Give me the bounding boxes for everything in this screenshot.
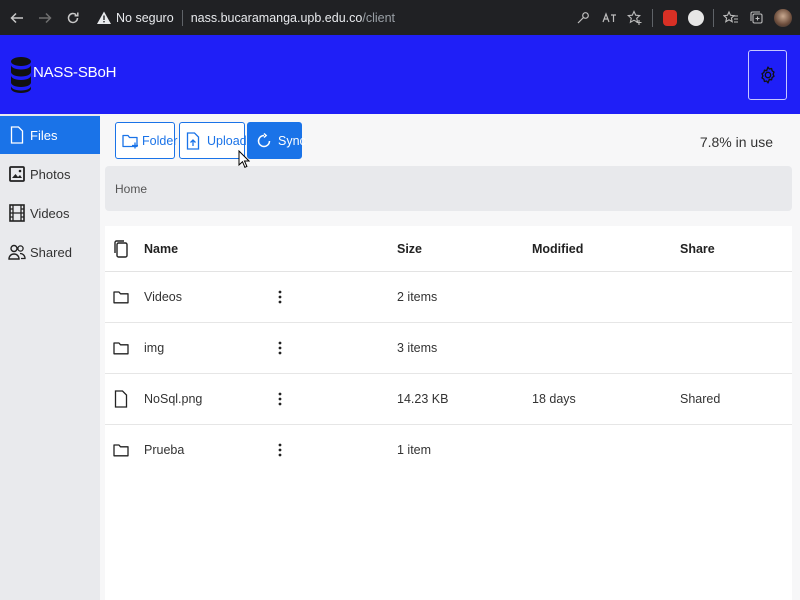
file-icon [8,125,26,145]
sidebar-item-videos[interactable]: Videos [0,194,100,232]
browser-toolbar: No seguro nass.bucaramanga.upb.edu.co/cl… [0,0,800,35]
upload-button[interactable]: Upload [179,122,247,159]
sync-button[interactable]: Sync [247,122,306,159]
security-label[interactable]: No seguro [116,11,174,25]
profile-icon[interactable] [687,9,705,27]
browser-actions [574,0,792,35]
folder-icon [113,444,129,457]
sidebar-item-shared[interactable]: Shared [0,233,100,271]
column-header-name[interactable]: Name [144,242,178,256]
table-row[interactable]: img 3 items [105,323,792,374]
row-name[interactable]: NoSql.png [144,392,202,406]
file-icon [114,390,128,408]
sidebar-item-photos[interactable]: Photos [0,155,100,193]
row-size: 1 item [397,443,432,457]
settings-button[interactable] [748,50,787,100]
sidebar-item-label: Photos [30,166,71,182]
column-header-modified[interactable]: Modified [532,242,583,256]
extension-icon[interactable] [661,9,679,27]
users-icon [8,242,26,262]
main-content: Folder Upload Sync 7.8% in use Home Name… [100,114,800,600]
table-row[interactable]: Videos 2 items [105,272,792,323]
folder-icon [113,342,129,355]
row-modified: 18 days [532,392,576,406]
upload-button-label: Upload [207,133,247,148]
read-aloud-icon[interactable] [600,9,618,27]
sidebar-item-label: Videos [30,205,70,221]
breadcrumb-home[interactable]: Home [115,182,147,196]
sidebar: Files Photos Videos Shared [0,114,100,600]
folder-add-icon [122,131,140,151]
more-options-icon[interactable] [274,439,286,461]
more-options-icon[interactable] [274,388,286,410]
avatar[interactable] [774,8,792,27]
url-path: /client [362,10,395,25]
row-share: Shared [680,392,721,406]
favorites-icon[interactable] [722,9,740,27]
row-name[interactable]: img [144,341,164,355]
new-folder-button[interactable]: Folder [115,122,178,159]
row-size: 14.23 KB [397,392,449,406]
forward-arrow-icon[interactable] [32,5,58,31]
more-options-icon[interactable] [274,286,286,308]
file-stack-icon [114,240,128,258]
favorite-add-icon[interactable] [626,9,644,27]
address-divider [181,9,183,26]
table-row[interactable]: Prueba 1 item [105,425,792,476]
storage-usage: 7.8% in use [699,134,773,150]
app-header: NASS-SBoH [0,35,800,114]
gear-icon [760,66,775,84]
mouse-cursor-icon [238,150,250,168]
sync-button-label: Sync [278,133,306,148]
more-options-icon[interactable] [274,337,286,359]
upload-icon [186,131,200,151]
warning-icon [97,11,111,24]
back-arrow-icon[interactable] [4,5,30,31]
column-header-share[interactable]: Share [680,242,715,256]
row-size: 2 items [397,290,438,304]
sidebar-item-label: Shared [30,244,72,260]
database-icon [11,57,31,93]
toolbar-divider [713,8,714,27]
key-icon[interactable] [574,9,592,27]
table-header: Name Size Modified Share [105,226,792,272]
film-icon [8,203,26,223]
toolbar-divider [652,8,653,27]
column-header-size[interactable]: Size [397,242,422,256]
row-name[interactable]: Videos [144,290,182,304]
folder-button-label: Folder [142,133,178,148]
row-size: 3 items [397,341,438,355]
url-text[interactable]: nass.bucaramanga.upb.edu.co/client [191,11,395,25]
address-bar[interactable]: No seguro nass.bucaramanga.upb.edu.co/cl… [92,4,395,31]
file-table: Name Size Modified Share Videos 2 items … [105,226,792,600]
breadcrumb: Home [105,166,792,211]
app-title[interactable]: NASS-SBoH [33,64,116,81]
sidebar-item-files[interactable]: Files [0,116,100,154]
url-host: nass.bucaramanga.upb.edu.co [190,10,363,25]
sidebar-item-label: Files [30,127,58,143]
collections-icon[interactable] [748,9,766,27]
table-row[interactable]: NoSql.png 14.23 KB 18 days Shared [105,374,792,425]
photo-icon [8,164,26,184]
folder-icon [113,291,129,304]
sync-icon [256,131,272,151]
row-name[interactable]: Prueba [144,443,184,457]
reload-icon[interactable] [60,5,86,31]
